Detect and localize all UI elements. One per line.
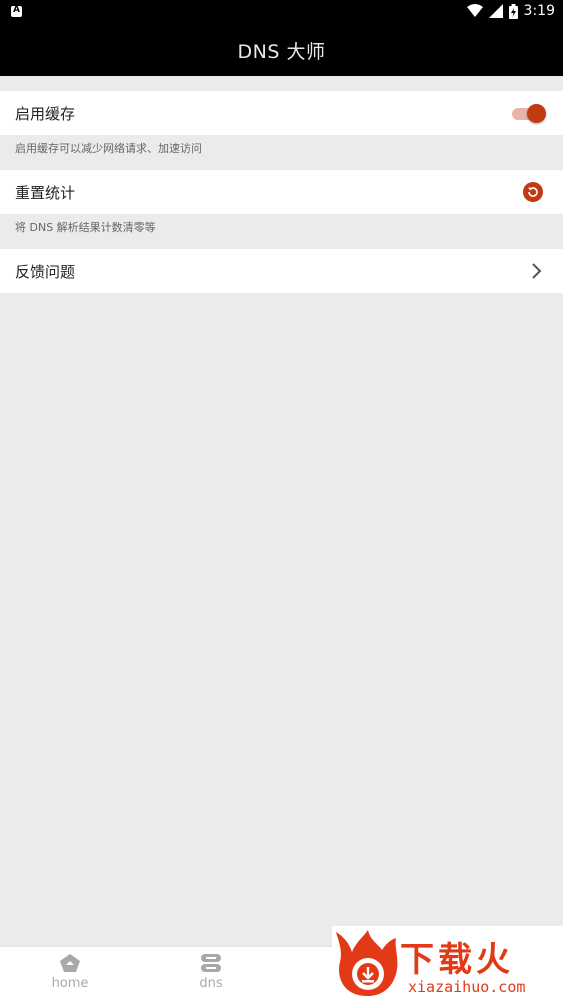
reset-arrow-icon [528, 187, 538, 197]
reset-stats-description: 将 DNS 解析结果计数清零等 [15, 221, 156, 234]
battery-icon [508, 3, 518, 19]
status-icons: 3:19 [466, 3, 555, 19]
status-time: 3:19 [523, 3, 555, 19]
feedback-row[interactable]: 反馈问题 [0, 249, 563, 293]
feedback-label: 反馈问题 [15, 262, 76, 281]
notification-badge-text: A [13, 5, 20, 15]
chevron-right-icon [532, 263, 542, 279]
app-title: DNS 大师 [237, 40, 326, 63]
wifi-icon [466, 4, 483, 17]
cache-toggle-thumb [527, 104, 546, 123]
nav-item-home[interactable]: home [25, 953, 115, 991]
nav-item-dns[interactable]: dns [166, 953, 256, 991]
reset-stats-label: 重置统计 [15, 183, 76, 202]
nav-label-home: home [51, 976, 89, 991]
watermark-flame-logo-icon [336, 930, 398, 996]
dns-server-icon [201, 954, 221, 972]
reset-icon[interactable] [523, 182, 543, 202]
watermark-title: 下载火 [400, 940, 514, 980]
reset-stats-row[interactable]: 重置统计 [0, 170, 563, 214]
watermark-url: xiazaihuo.com [408, 978, 526, 996]
watermark: 下载火 xiazaihuo.com [332, 926, 563, 1000]
status-bar: A 3:19 [0, 0, 563, 24]
cache-setting-row[interactable]: 启用缓存 [0, 91, 563, 135]
nav-label-dns: dns [199, 976, 223, 991]
home-icon [60, 954, 80, 972]
app-bar: DNS 大师 [0, 24, 563, 76]
cache-toggle[interactable] [512, 104, 546, 123]
cache-setting-description: 启用缓存可以减少网络请求、加速访问 [15, 142, 202, 155]
cache-setting-label: 启用缓存 [15, 104, 76, 123]
signal-icon [488, 4, 503, 18]
notification-icon: A [11, 5, 22, 17]
